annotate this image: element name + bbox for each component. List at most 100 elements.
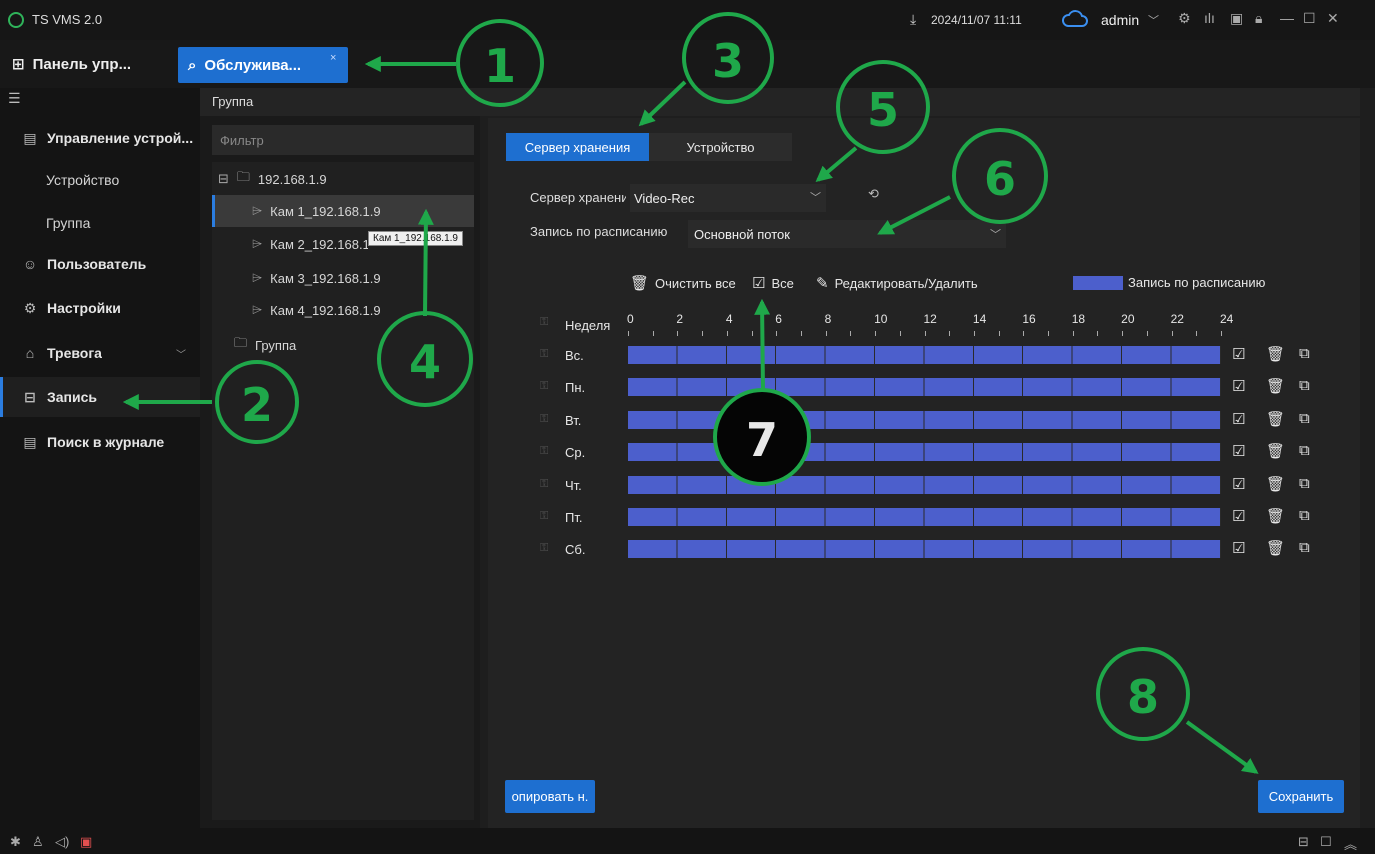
select-all-icon[interactable]: ☑ bbox=[1232, 539, 1245, 557]
trash-icon[interactable]: 🗑︎ bbox=[1266, 377, 1285, 395]
network-icon[interactable]: ♙ bbox=[32, 834, 44, 850]
hour-label: 14 bbox=[972, 312, 987, 326]
alarm-light-icon[interactable]: ✱ bbox=[10, 834, 21, 850]
sidebar-item-user[interactable]: ☺ Пользователь bbox=[0, 244, 200, 284]
hour-label: 12 bbox=[923, 312, 937, 326]
lock-icon[interactable]: ⚿ bbox=[540, 445, 548, 458]
collapse-icon[interactable]: ⊟ bbox=[218, 171, 229, 187]
tree-node-server[interactable]: ⊟ 🗀︎ 192.168.1.9 bbox=[212, 163, 474, 195]
chevron-down-icon[interactable]: ﹀ bbox=[990, 226, 1001, 242]
day-label: Сб. bbox=[565, 542, 586, 558]
trash-icon[interactable]: 🗑︎ bbox=[1266, 442, 1285, 460]
hour-label: 4 bbox=[725, 312, 733, 326]
tree-node-camera[interactable]: ⌲ Кам 4_192.168.1.9 bbox=[212, 294, 474, 326]
lock-icon[interactable]: ⚿ bbox=[540, 478, 548, 491]
copy-icon[interactable]: ⧉ bbox=[1299, 539, 1310, 556]
select-all-icon[interactable]: ☑ bbox=[1232, 475, 1245, 493]
legend-swatch bbox=[1073, 276, 1123, 290]
maximize-icon[interactable]: ☐ bbox=[1303, 10, 1316, 27]
schedule-bar[interactable] bbox=[628, 378, 1221, 397]
folder-icon: 🗀︎ bbox=[236, 169, 250, 184]
copy-icon[interactable]: ⧉ bbox=[1299, 410, 1310, 427]
collapse-menu-icon[interactable]: ☰ bbox=[8, 90, 21, 107]
tab-dashboard[interactable]: ⊞ Панель упр... bbox=[0, 46, 170, 82]
trash-icon[interactable]: 🗑︎ bbox=[1266, 507, 1285, 525]
tab-maintenance[interactable]: ⌕ Обслужива... bbox=[178, 47, 348, 83]
schedule-bar[interactable] bbox=[628, 410, 1221, 429]
sidebar-item-alarm[interactable]: ⌂ Тревога ﹀ bbox=[0, 333, 200, 373]
trash-icon[interactable]: 🗑︎ bbox=[1266, 410, 1285, 428]
minimize-icon[interactable]: — bbox=[1280, 10, 1294, 26]
alarm-icon: ⌂ bbox=[25, 345, 35, 361]
hour-label: 8 bbox=[824, 312, 832, 326]
trash-icon[interactable]: 🗑︎ bbox=[1266, 475, 1285, 493]
lock-icon[interactable]: ⚿ bbox=[540, 316, 548, 329]
expand-up-icon[interactable]: ︽ bbox=[1344, 834, 1357, 853]
username[interactable]: admin bbox=[1101, 12, 1139, 28]
record-status-icon[interactable]: ▣ bbox=[80, 834, 92, 850]
day-label: Пт. bbox=[565, 510, 583, 525]
select-all-icon: ☑ bbox=[752, 275, 766, 292]
lock-icon[interactable]: ⚿ bbox=[540, 380, 548, 393]
screenshot-icon[interactable]: ▣ bbox=[1230, 10, 1243, 27]
select-all-icon[interactable]: ☑ bbox=[1232, 345, 1245, 363]
tree-node-camera[interactable]: ⌲ Кам 3_192.168.1.9 bbox=[212, 262, 474, 294]
lock-icon[interactable]: 🔒︎ bbox=[1255, 10, 1262, 27]
save-button[interactable]: Сохранить bbox=[1258, 780, 1344, 813]
tree-node-camera[interactable]: ⌲ Кам 2_192.168.1.9 bbox=[212, 228, 368, 260]
select-all-icon[interactable]: ☑ bbox=[1232, 410, 1245, 428]
filter-input[interactable] bbox=[212, 125, 474, 155]
copy-icon[interactable]: ⧉ bbox=[1299, 377, 1310, 394]
lock-icon[interactable]: ⚿ bbox=[540, 413, 548, 426]
sidebar-item-log-search[interactable]: ▤ Поиск в журнале bbox=[0, 422, 200, 462]
clear-all-button[interactable]: 🗑︎ Очистить все bbox=[630, 274, 736, 292]
lock-icon[interactable]: ⚿ bbox=[540, 542, 548, 555]
close-icon[interactable]: ✕ bbox=[1327, 10, 1339, 27]
volume-icon[interactable]: ◁) bbox=[55, 834, 69, 850]
download-icon[interactable]: ⤓ bbox=[910, 11, 916, 28]
copy-to-button[interactable]: опировать н. bbox=[505, 780, 595, 813]
camera-icon: ⌲ bbox=[252, 270, 263, 285]
storage-server-select[interactable]: Video-Rec bbox=[630, 184, 826, 212]
schedule-bar[interactable] bbox=[628, 540, 1221, 559]
schedule-bar[interactable] bbox=[628, 443, 1221, 462]
stream-select[interactable]: Основной поток bbox=[688, 220, 1006, 248]
tree-node-group[interactable]: 🗀︎ Группа bbox=[212, 329, 474, 361]
copy-icon[interactable]: ⧉ bbox=[1299, 507, 1310, 524]
sidebar-item-device[interactable]: Устройство bbox=[0, 160, 200, 200]
fullscreen-exit-icon[interactable]: ⊟ bbox=[1298, 834, 1309, 850]
cloud-icon[interactable] bbox=[1062, 10, 1088, 28]
chevron-down-icon[interactable]: ﹀ bbox=[810, 189, 821, 205]
copy-icon[interactable]: ⧉ bbox=[1299, 475, 1310, 492]
schedule-bar[interactable] bbox=[628, 508, 1221, 526]
sidebar-item-record[interactable]: ⊟ Запись bbox=[0, 377, 200, 417]
edit-delete-button[interactable]: ✎ Редактировать/Удалить bbox=[816, 274, 978, 292]
refresh-icon[interactable]: ⟲ bbox=[868, 186, 879, 202]
chevron-down-icon[interactable]: ﹀ bbox=[1148, 12, 1159, 28]
tab-storage-server[interactable]: Сервер хранения bbox=[506, 133, 649, 161]
select-all-icon[interactable]: ☑ bbox=[1232, 377, 1245, 395]
tool-label: Все bbox=[771, 275, 794, 291]
select-all-button[interactable]: ☑ Все bbox=[752, 274, 794, 292]
gear-icon[interactable]: ⚙ bbox=[1178, 10, 1191, 27]
trash-icon[interactable]: 🗑︎ bbox=[1266, 345, 1285, 363]
select-all-icon[interactable]: ☑ bbox=[1232, 507, 1245, 525]
datetime: 2024/11/07 11:11 bbox=[931, 13, 1022, 27]
window-icon[interactable]: ☐ bbox=[1320, 834, 1332, 850]
stats-icon[interactable]: ılı bbox=[1204, 10, 1215, 26]
tab-device[interactable]: Устройство bbox=[649, 133, 792, 161]
tree-node-camera[interactable]: ⌲ Кам 1_192.168.1.9 bbox=[212, 195, 474, 227]
schedule-bar[interactable] bbox=[628, 346, 1221, 364]
schedule-bar[interactable] bbox=[628, 475, 1221, 494]
select-all-icon[interactable]: ☑ bbox=[1232, 442, 1245, 460]
lock-icon[interactable]: ⚿ bbox=[540, 348, 548, 361]
copy-icon[interactable]: ⧉ bbox=[1299, 442, 1310, 459]
hour-label: 10 bbox=[874, 312, 888, 326]
lock-icon[interactable]: ⚿ bbox=[540, 510, 548, 523]
sidebar-item-settings[interactable]: ⚙ Настройки bbox=[0, 288, 200, 328]
trash-icon[interactable]: 🗑︎ bbox=[1266, 539, 1285, 557]
copy-icon[interactable]: ⧉ bbox=[1299, 345, 1310, 362]
tab-close-icon[interactable]: × bbox=[330, 52, 336, 64]
sidebar-item-device-management[interactable]: ▤ Управление устрой... bbox=[0, 118, 200, 158]
sidebar-item-group[interactable]: Группа bbox=[0, 203, 200, 243]
